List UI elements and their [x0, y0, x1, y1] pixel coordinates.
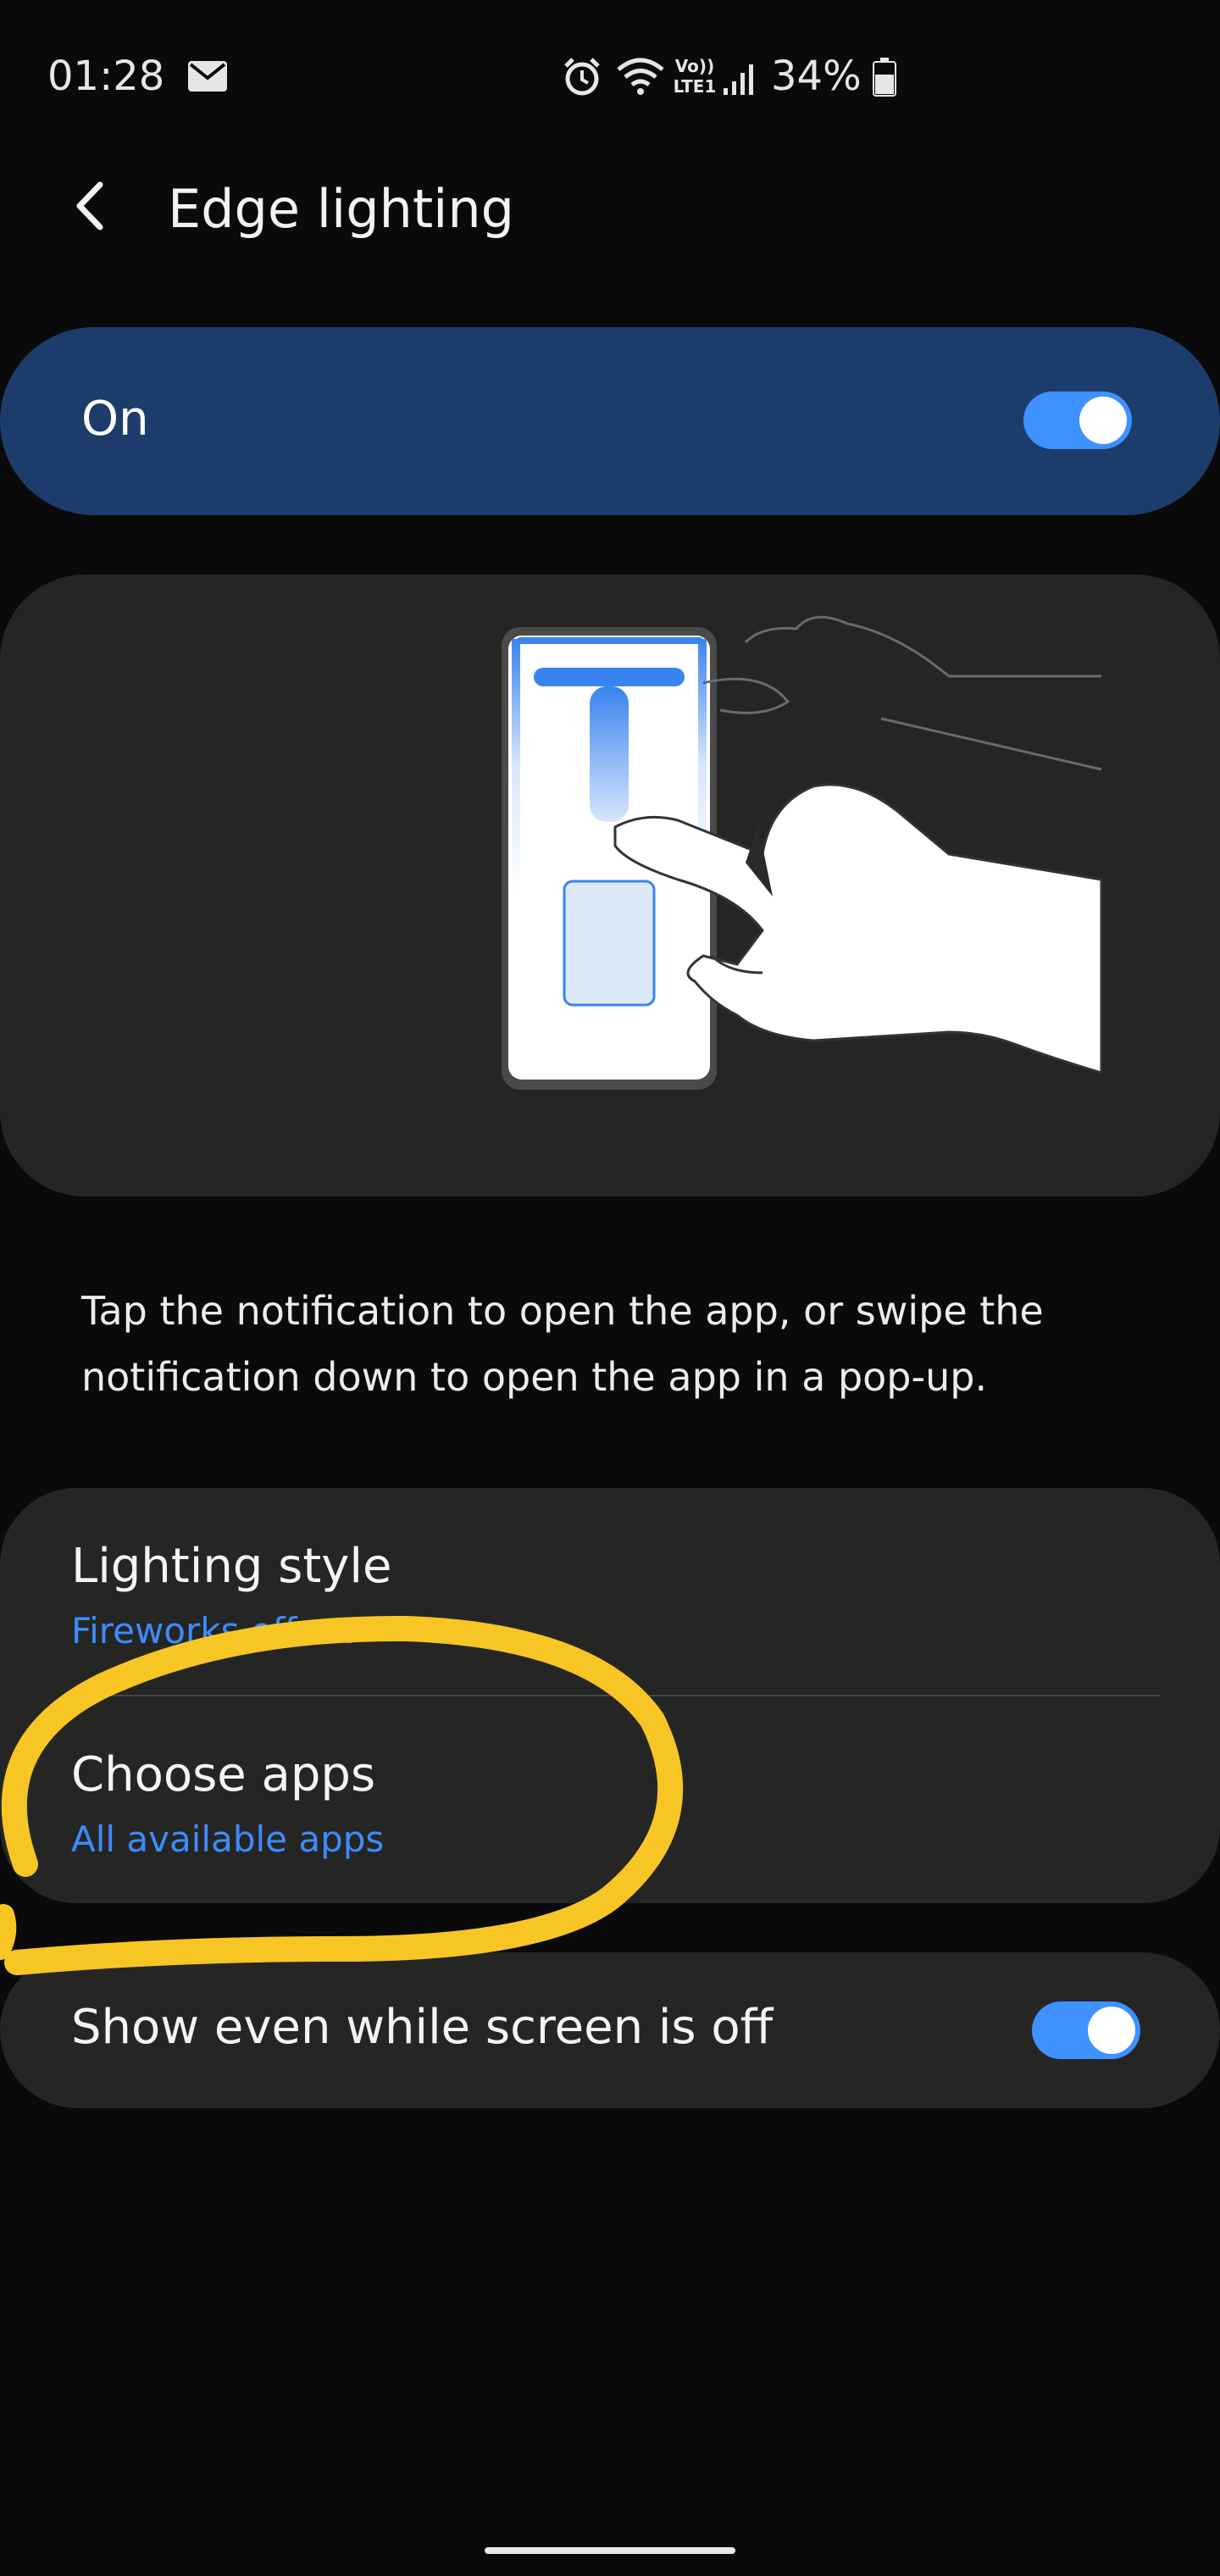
- settings-group: Lighting style Fireworks effect Choose a…: [0, 1488, 1220, 1903]
- back-arrow-icon[interactable]: [66, 176, 122, 236]
- lighting-style-title: Lighting style: [71, 1539, 392, 1594]
- page-title: Edge lighting: [168, 178, 515, 240]
- lighting-style-value: Fireworks effect: [71, 1610, 353, 1652]
- status-icons: Vo)) LTE1 34%: [561, 53, 900, 103]
- screen-off-toggle[interactable]: [1032, 2001, 1140, 2059]
- feature-description: Tap the notification to open the app, or…: [81, 1288, 1044, 1400]
- signal-icon: [724, 64, 753, 95]
- edge-lighting-illustration: [502, 615, 1103, 1090]
- choose-apps-title: Choose apps: [71, 1747, 376, 1802]
- home-indicator[interactable]: [485, 2547, 735, 2554]
- alarm-icon: [564, 58, 600, 96]
- mail-icon: [188, 61, 227, 92]
- status-time: 01:28: [47, 53, 165, 100]
- choose-apps-value: All available apps: [71, 1818, 385, 1860]
- master-switch-label: On: [81, 391, 149, 447]
- lighting-style-item[interactable]: Lighting style Fireworks effect: [0, 1488, 1220, 1691]
- battery-percentage: 34%: [771, 53, 862, 100]
- volte-icon: Vo)) LTE1: [673, 56, 717, 97]
- screen-off-row[interactable]: Show even while screen is off: [0, 1952, 1220, 2108]
- master-toggle[interactable]: [1023, 391, 1132, 449]
- battery-icon: [873, 58, 896, 97]
- toggle-knob: [1079, 397, 1127, 444]
- illustration-card: [0, 575, 1220, 1196]
- screen-off-label: Show even while screen is off: [71, 2000, 774, 2055]
- wifi-icon: [617, 58, 664, 95]
- toggle-knob: [1088, 2007, 1135, 2054]
- master-switch-row[interactable]: On: [0, 327, 1220, 515]
- choose-apps-item[interactable]: Choose apps All available apps: [0, 1696, 1220, 1900]
- status-bar: 01:28 Vo)) LTE1 34%: [0, 0, 1220, 153]
